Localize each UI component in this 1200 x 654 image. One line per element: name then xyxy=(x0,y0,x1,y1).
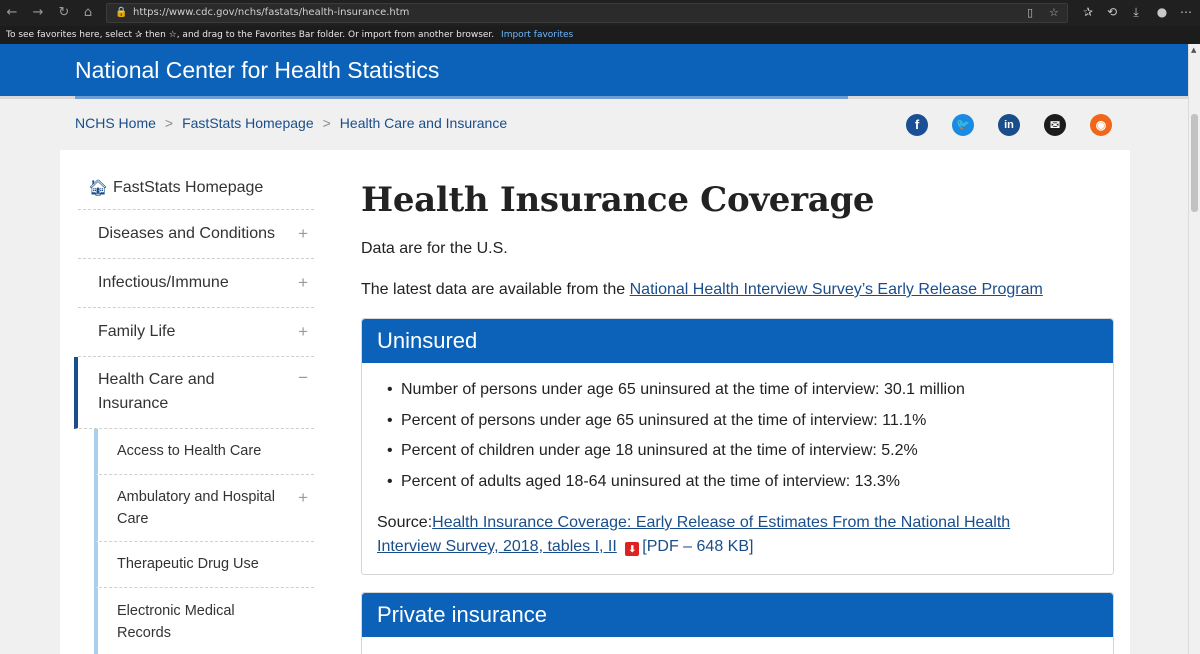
list-item: Percent of persons under age 65 uninsure… xyxy=(387,412,965,443)
pdf-icon: ⬇ xyxy=(625,542,640,556)
home-icon[interactable]: ⌂ xyxy=(80,5,96,21)
browser-toolbar: ← → ↻ ⌂ 🔒 https://www.cdc.gov/nchs/fasta… xyxy=(0,0,1200,26)
breadcrumb-health-care[interactable]: Health Care and Insurance xyxy=(340,115,507,131)
nav-subitem-label-line2: Records xyxy=(117,625,171,641)
breadcrumb-faststats-homepage[interactable]: FastStats Homepage xyxy=(182,115,314,131)
nav-subitem-ambulatory[interactable]: Ambulatory and Hospital Care + xyxy=(94,475,314,542)
breadcrumb: NCHS Home > FastStats Homepage > Health Care… xyxy=(75,115,507,131)
linkedin-icon[interactable]: in xyxy=(998,114,1020,136)
email-icon[interactable]: ✉ xyxy=(1044,114,1066,136)
profile-icon[interactable]: ● xyxy=(1154,5,1170,19)
nav-item-health-care[interactable]: Health Care and Insurance − xyxy=(74,357,314,429)
url-text[interactable]: https://www.cdc.gov/nchs/fastats/health-… xyxy=(133,7,409,18)
breadcrumb-separator: > xyxy=(322,115,331,131)
list-item: Number of persons under age 65 uninsured… xyxy=(387,381,965,412)
scroll-up-icon[interactable]: ▲ xyxy=(1191,46,1196,54)
rss-icon[interactable]: ◉ xyxy=(1090,114,1112,136)
favorites-bar: To see favorites here, select ✰ then ☆, … xyxy=(0,26,1200,44)
nav-item-label-line2: Insurance xyxy=(98,395,169,412)
import-favorites-link[interactable]: Import favorites xyxy=(501,30,573,40)
nav-home-label: FastStats Homepage xyxy=(113,179,264,196)
intro-text: Data are for the U.S. xyxy=(361,240,508,257)
expand-icon[interactable]: + xyxy=(298,222,308,246)
list-item: Percent of adults aged 18-64 uninsured a… xyxy=(387,473,965,504)
pdf-size-link[interactable]: [PDF – 648 KB] xyxy=(642,538,753,555)
private-insurance-card: Private insurance xyxy=(361,592,1114,654)
menu-icon[interactable]: ⋯ xyxy=(1178,5,1194,19)
nav-subitem-label: Ambulatory and Hospital xyxy=(117,489,275,505)
refresh-icon[interactable]: ↻ xyxy=(56,5,72,21)
site-title[interactable]: National Center for Health Statistics xyxy=(75,57,439,84)
reading-view-icon[interactable]: ▯ xyxy=(1027,6,1033,19)
back-icon[interactable]: ← xyxy=(4,5,20,21)
nav-subitem-label: Therapeutic Drug Use xyxy=(117,556,259,572)
uninsured-card: Uninsured Number of persons under age 65… xyxy=(361,318,1114,575)
latest-data-text: The latest data are available from the N… xyxy=(361,281,1043,299)
forward-icon[interactable]: → xyxy=(30,5,46,21)
favorites-icon[interactable]: ✰ xyxy=(1080,5,1096,19)
favorites-hint: To see favorites here, select ✰ then ☆, … xyxy=(6,30,495,40)
page-scrollbar[interactable]: ▲ xyxy=(1188,44,1200,654)
latest-prefix: The latest data are available from the xyxy=(361,281,626,298)
expand-icon[interactable]: + xyxy=(298,487,308,509)
nav-subitem-electronic-records[interactable]: Electronic Medical Records xyxy=(94,588,314,654)
nav-item-label: Infectious/Immune xyxy=(98,274,229,291)
nav-subitem-therapeutic[interactable]: Therapeutic Drug Use xyxy=(94,542,314,588)
nav-subitem-label: Electronic Medical xyxy=(117,603,235,619)
facebook-icon[interactable]: f xyxy=(906,114,928,136)
expand-icon[interactable]: + xyxy=(298,320,308,344)
uninsured-bullet-list: Number of persons under age 65 uninsured… xyxy=(387,381,965,503)
uninsured-heading: Uninsured xyxy=(362,319,1113,363)
private-insurance-heading: Private insurance xyxy=(362,593,1113,637)
nav-item-label: Diseases and Conditions xyxy=(98,225,275,242)
history-icon[interactable]: ⟲ xyxy=(1104,5,1120,19)
home-icon: 🏠︎ xyxy=(88,180,109,197)
breadcrumb-separator: > xyxy=(164,115,174,131)
source-citation: Source:Health Insurance Coverage: Early … xyxy=(377,511,1077,559)
scrollbar-thumb[interactable] xyxy=(1191,114,1198,212)
nav-subitem-label: Access to Health Care xyxy=(117,443,262,459)
lock-icon: 🔒 xyxy=(115,7,128,18)
page-title: Health Insurance Coverage xyxy=(361,180,875,220)
nav-item-infectious[interactable]: Infectious/Immune + xyxy=(78,259,314,308)
star-icon[interactable]: ☆ xyxy=(1049,6,1059,19)
twitter-icon[interactable]: 🐦 xyxy=(952,114,974,136)
list-item: Percent of children under age 18 uninsur… xyxy=(387,442,965,473)
nav-item-label: Health Care and xyxy=(98,371,215,388)
nav-item-diseases[interactable]: Diseases and Conditions + xyxy=(78,210,314,259)
nav-item-family-life[interactable]: Family Life + xyxy=(78,308,314,357)
nav-subitem-label-line2: Care xyxy=(117,511,149,527)
expand-icon[interactable]: + xyxy=(298,271,308,295)
download-icon[interactable]: ⤓ xyxy=(1128,5,1144,20)
nav-item-label: Family Life xyxy=(98,323,176,340)
nhis-early-release-link[interactable]: National Health Interview Survey’s Early… xyxy=(630,281,1043,298)
nav-faststats-home[interactable]: 🏠︎ FastStats Homepage xyxy=(78,172,314,210)
breadcrumb-nchs-home[interactable]: NCHS Home xyxy=(75,115,156,131)
site-header: National Center for Health Statistics xyxy=(0,44,1188,96)
source-label: Source: xyxy=(377,514,433,531)
address-bar[interactable]: 🔒 https://www.cdc.gov/nchs/fastats/healt… xyxy=(106,3,1068,23)
nav-subitem-access[interactable]: Access to Health Care xyxy=(94,429,314,475)
collapse-icon[interactable]: − xyxy=(298,366,308,390)
